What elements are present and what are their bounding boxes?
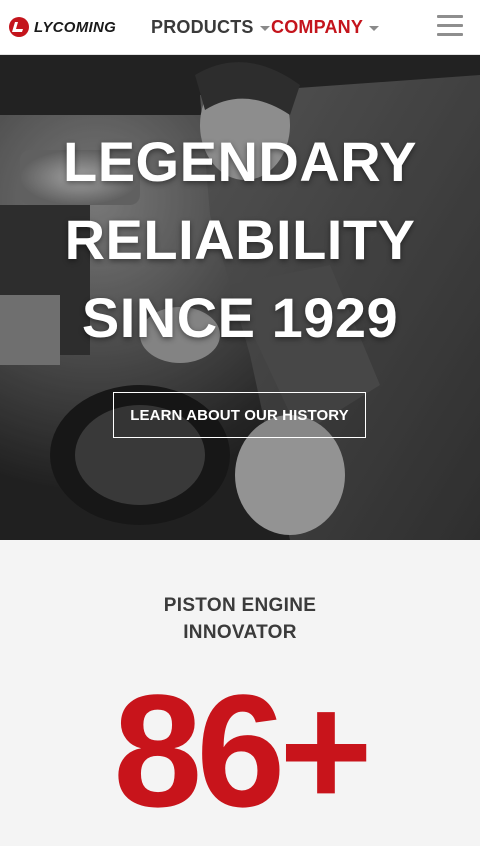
- stat-section: PISTON ENGINE INNOVATOR 86+: [0, 540, 480, 846]
- hero-title: LEGENDARY RELIABILITY SINCE 1929: [0, 123, 480, 357]
- nav-company-label: COMPANY: [271, 16, 364, 37]
- nav-products-label: PRODUCTS: [151, 16, 254, 37]
- hamburger-menu-icon[interactable]: [437, 15, 463, 37]
- nav-products[interactable]: PRODUCTS: [151, 15, 270, 39]
- logo-text: LYCOMING: [34, 18, 117, 36]
- hero-title-line: LEGENDARY: [62, 130, 417, 193]
- top-navbar: LYCOMING PRODUCTS COMPANY: [0, 0, 480, 55]
- hero-title-line: RELIABILITY: [64, 208, 416, 271]
- stat-heading-line: PISTON ENGINE: [163, 595, 317, 616]
- learn-history-button-label: LEARN ABOUT OUR HISTORY: [130, 406, 349, 424]
- lycoming-logo-mark-icon: [9, 17, 29, 37]
- stat-heading-line: INNOVATOR: [183, 622, 297, 643]
- learn-history-button[interactable]: LEARN ABOUT OUR HISTORY: [113, 392, 366, 438]
- stat-number: 86+: [113, 661, 372, 840]
- nav-company[interactable]: COMPANY: [271, 15, 380, 39]
- stat-heading: PISTON ENGINE INNOVATOR: [0, 592, 480, 646]
- hero-title-line: SINCE 1929: [81, 286, 399, 349]
- chevron-down-icon: [259, 25, 270, 31]
- hero-banner: LEGENDARY RELIABILITY SINCE 1929 LEARN A…: [0, 55, 480, 540]
- chevron-down-icon: [369, 25, 380, 31]
- lycoming-logo[interactable]: LYCOMING: [8, 15, 116, 39]
